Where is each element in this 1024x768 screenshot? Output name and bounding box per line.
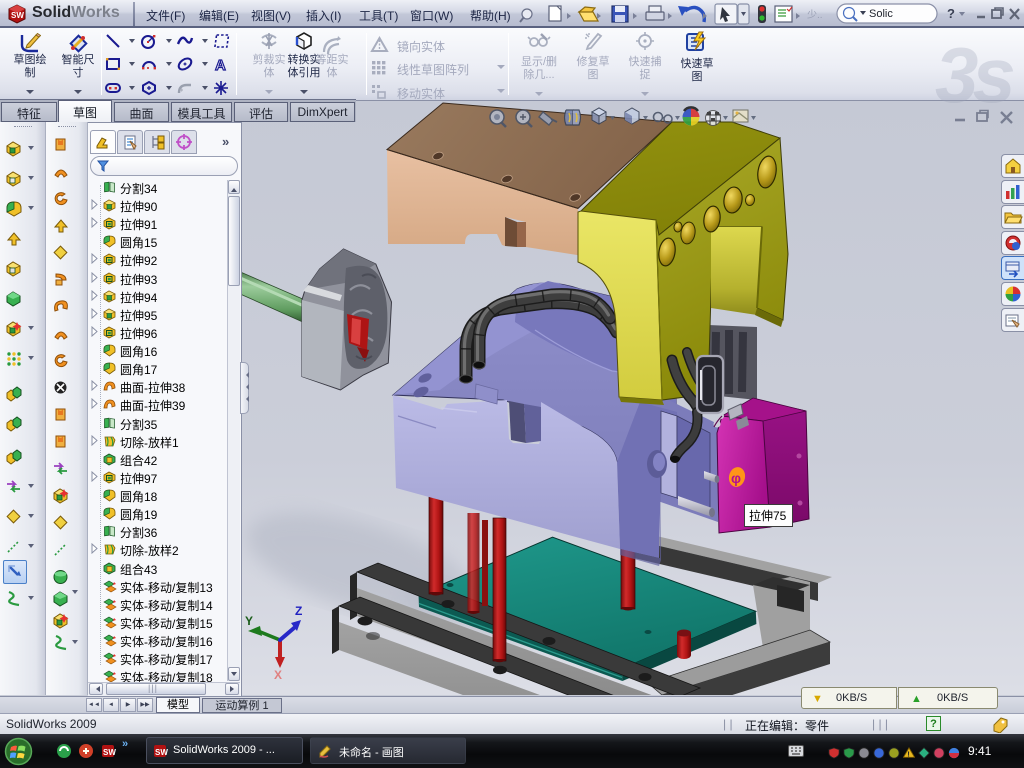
svg-text:拉伸75: 拉伸75 bbox=[749, 508, 787, 523]
svg-text:Z: Z bbox=[295, 604, 302, 618]
svg-text:SW: SW bbox=[11, 11, 24, 20]
svg-text:SW: SW bbox=[155, 748, 168, 757]
svg-text:Solic: Solic bbox=[869, 8, 893, 20]
svg-text:?: ? bbox=[947, 6, 955, 21]
svg-text:X: X bbox=[274, 668, 282, 682]
svg-text:SW: SW bbox=[103, 748, 116, 757]
svg-text:Y: Y bbox=[245, 614, 253, 628]
svg-text:!: ! bbox=[907, 749, 910, 758]
svg-text:φ: φ bbox=[731, 470, 741, 486]
svg-text:A: A bbox=[215, 57, 226, 73]
svg-text:少..: 少.. bbox=[807, 9, 823, 21]
